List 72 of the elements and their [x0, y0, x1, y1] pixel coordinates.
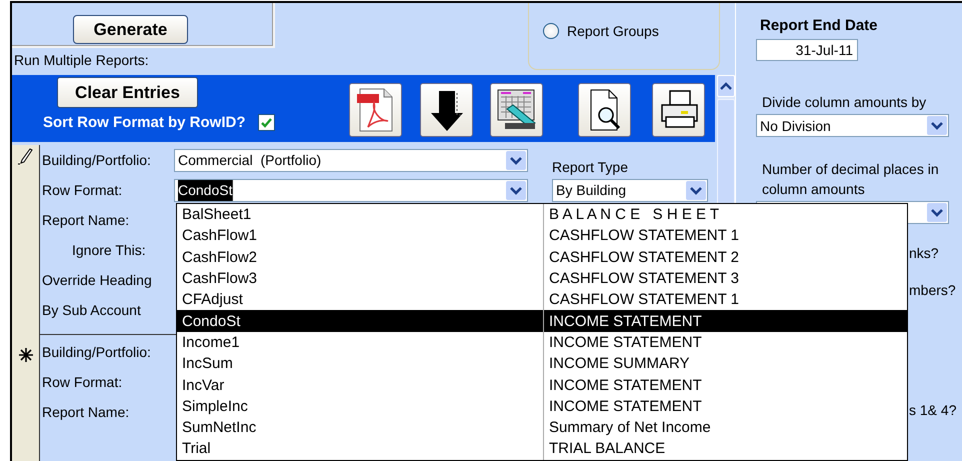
option-code: CFAdjust [181, 291, 244, 308]
option-description: INCOME STATEMENT [543, 310, 907, 332]
field-label: Override Heading [41, 272, 153, 288]
chevron-up-icon [719, 81, 733, 91]
field-label: Ignore This: [71, 241, 147, 260]
end-date-label: Report End Date [760, 17, 879, 34]
end-date-field[interactable]: 31-Jul-11 [756, 39, 858, 61]
dropdown-option[interactable]: BalSheet1 B A L A N C E S H E E T [177, 204, 907, 226]
field-label: Row Format: [41, 374, 124, 390]
dropdown-option[interactable]: CondoSt INCOME STATEMENT [177, 310, 907, 332]
option-description: INCOME SUMMARY [543, 353, 907, 374]
option-description: INCOME STATEMENT [543, 332, 907, 354]
dropdown-option[interactable]: CashFlow1 CASHFLOW STATEMENT 1 [177, 225, 907, 247]
option-code: Trial [181, 440, 212, 458]
generate-button[interactable]: Generate [73, 15, 188, 44]
pdf-button[interactable] [349, 83, 402, 137]
option-code: CondoSt [181, 312, 242, 330]
option-code: Income1 [181, 334, 241, 351]
asterisk-icon [18, 347, 34, 363]
export-button[interactable] [420, 83, 473, 137]
clear-entries-button[interactable]: Clear Entries [57, 77, 198, 108]
divide-label: Divide column amounts by [762, 94, 928, 110]
option-description: B A L A N C E S H E E T [543, 204, 907, 226]
field-label: By Sub Account [41, 302, 142, 318]
option-description: TRIAL BALANCE [543, 438, 907, 460]
dropdown-option[interactable]: CashFlow2 CASHFLOW STATEMENT 2 [177, 246, 907, 268]
option-description: INCOME STATEMENT [543, 374, 907, 396]
field-label: Report Name: [41, 404, 130, 420]
decimals-label: Number of decimal places in column amounts [762, 160, 940, 199]
option-label: mbers? [909, 281, 957, 299]
dropdown-option[interactable]: SumNetInc Summary of Net Income [177, 416, 907, 438]
combo-box[interactable]: Commercial (Portfolio) [174, 148, 528, 172]
field-label: Building/Portfolio: [41, 344, 152, 360]
report-type-select[interactable]: By Building [552, 178, 708, 202]
option-code: CashFlow1 [181, 227, 258, 244]
option-description: CASHFLOW STATEMENT 2 [543, 246, 907, 268]
dropdown-option[interactable]: Income1 INCOME STATEMENT [177, 332, 907, 354]
option-code: BalSheet1 [181, 206, 252, 224]
field-label: Building/Portfolio: [41, 152, 152, 168]
dropdown-option[interactable]: CashFlow3 CASHFLOW STATEMENT 3 [177, 268, 907, 290]
dropdown-option[interactable]: IncVar INCOME STATEMENT [177, 374, 907, 396]
option-label: s 1& 4? [909, 401, 958, 419]
radio-label: Report Groups [567, 23, 659, 39]
print-button[interactable] [652, 83, 705, 137]
divide-select[interactable]: No Division [756, 114, 949, 137]
combo-box[interactable]: CondoSt [174, 178, 528, 202]
option-description: CASHFLOW STATEMENT 1 [543, 225, 907, 247]
scroll-up-button[interactable] [717, 75, 735, 97]
preview-button[interactable] [578, 83, 631, 137]
run-multiple-label: Run Multiple Reports: [14, 52, 150, 68]
option-description: CASHFLOW STATEMENT 3 [543, 268, 907, 290]
option-code: CashFlow2 [181, 248, 258, 266]
option-code: SimpleInc [181, 398, 249, 415]
report-type-label: Report Type [551, 159, 630, 175]
field-label: Row Format: [41, 182, 124, 198]
checkmark-icon [260, 118, 272, 128]
option-label: nks? [909, 244, 940, 262]
sort-checkbox[interactable] [258, 114, 274, 131]
dropdown-option[interactable]: Trial TRIAL BALANCE [177, 438, 907, 460]
option-code: CashFlow3 [181, 270, 258, 288]
pencil-icon [16, 147, 34, 165]
option-code: SumNetInc [181, 419, 258, 436]
option-description: Summary of Net Income [543, 416, 907, 438]
option-description: INCOME STATEMENT [543, 396, 907, 417]
option-code: IncVar [181, 376, 226, 394]
sort-label: Sort Row Format by RowID? [43, 114, 246, 131]
dropdown-option[interactable]: IncSum INCOME SUMMARY [177, 353, 907, 374]
dropdown-option[interactable]: SimpleInc INCOME STATEMENT [177, 396, 907, 417]
spreadsheet-button[interactable] [490, 83, 543, 137]
option-code: IncSum [181, 355, 234, 372]
field-label: Report Name: [41, 212, 130, 228]
radio-button[interactable] [543, 23, 559, 39]
